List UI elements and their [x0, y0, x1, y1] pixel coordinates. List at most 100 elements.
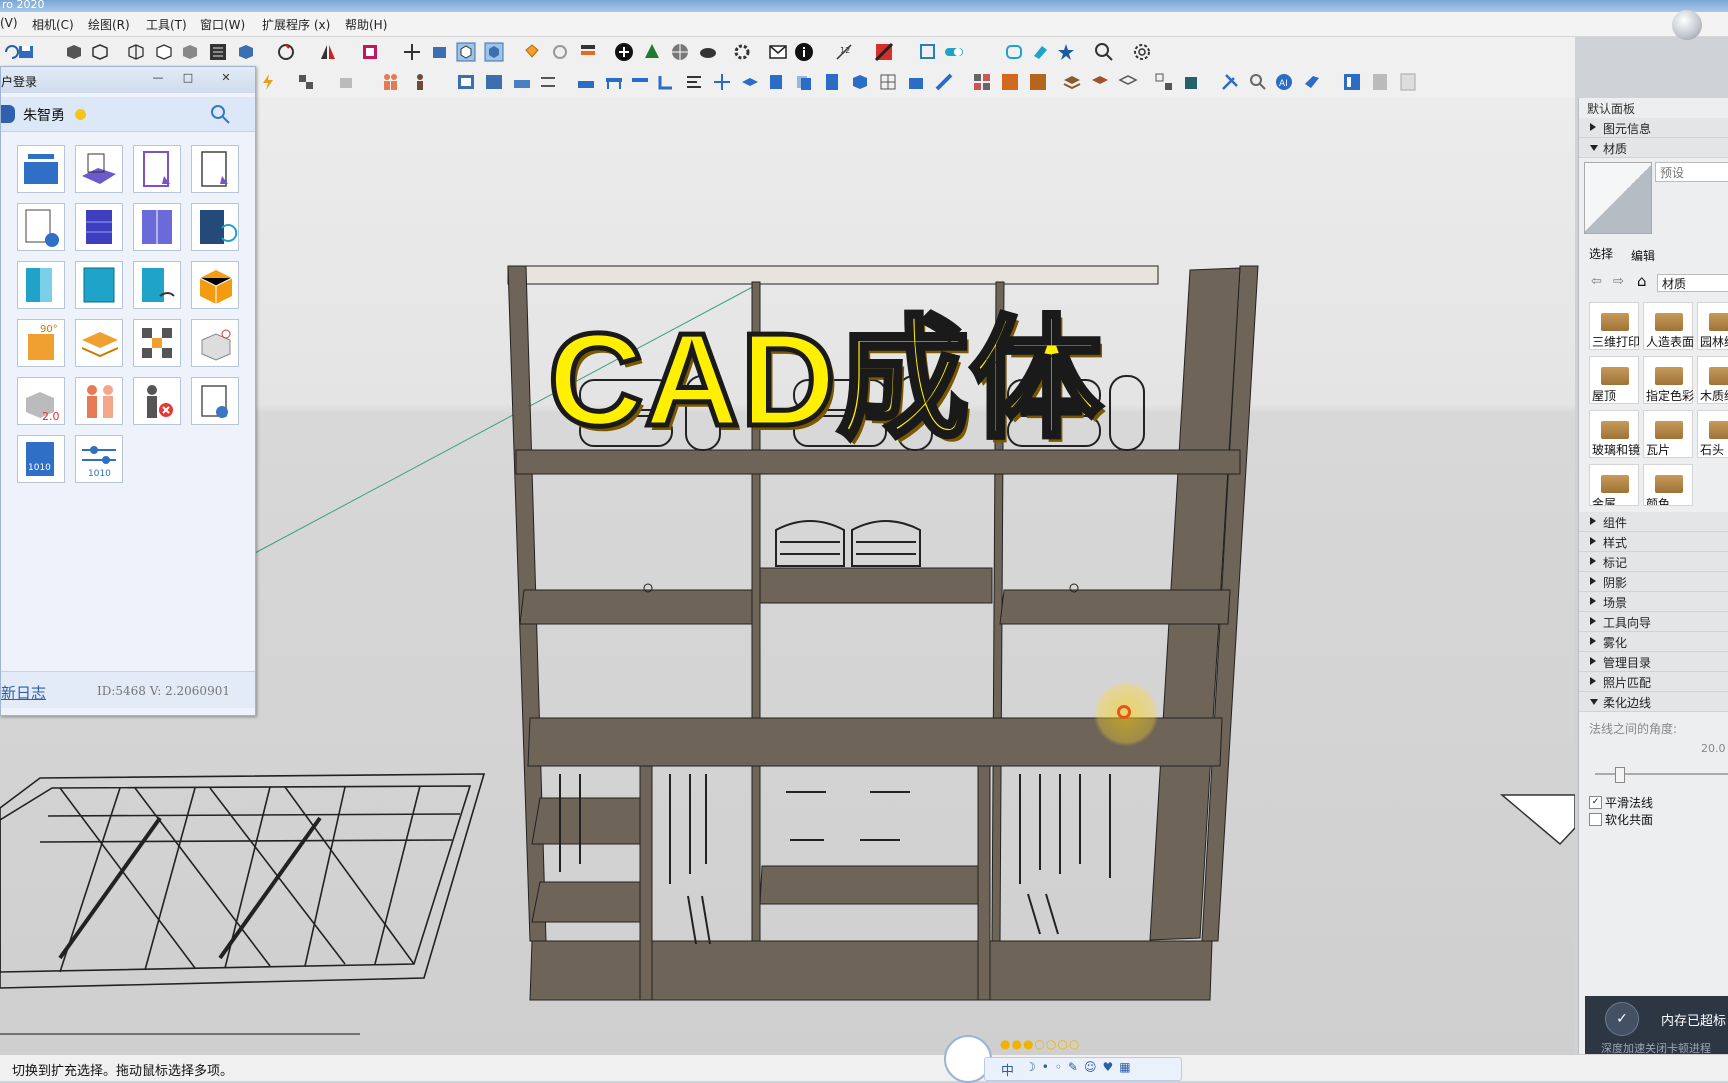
explode-icon[interactable]: [1056, 42, 1076, 62]
no-entry-icon[interactable]: [874, 42, 894, 62]
doc-icon[interactable]: [822, 72, 842, 92]
sliding-door-icon[interactable]: [191, 203, 239, 251]
entity-info-section[interactable]: 图元信息: [1579, 118, 1728, 138]
desk-icon[interactable]: [604, 72, 624, 92]
ruler-icon[interactable]: [934, 72, 954, 92]
sdm-icon[interactable]: [906, 72, 926, 92]
globe-icon[interactable]: [1672, 10, 1702, 40]
tree-icon[interactable]: [642, 42, 662, 62]
menu-camera[interactable]: 相机(C): [32, 16, 74, 33]
section-instructor[interactable]: 工具向导: [1579, 612, 1728, 632]
memory-notice[interactable]: ✓ 内存已超标 深度加速关闭卡顿进程: [1585, 996, 1728, 1058]
maximize-icon[interactable]: □: [179, 71, 197, 85]
paint-bucket-icon[interactable]: [522, 42, 542, 62]
section-soften-edges[interactable]: 柔化边线: [1579, 692, 1728, 712]
table-icon[interactable]: [630, 72, 650, 92]
grid4-icon[interactable]: [972, 72, 992, 92]
corner-rotate-icon[interactable]: [191, 319, 239, 367]
lightning-icon[interactable]: [258, 72, 278, 92]
home-icon[interactable]: ⌂: [1637, 272, 1647, 290]
grid-view2-icon[interactable]: [484, 72, 504, 92]
corner-icon[interactable]: [656, 72, 676, 92]
file-binary-icon[interactable]: 1010: [17, 435, 65, 483]
rotate-90-icon[interactable]: 90°: [17, 319, 65, 367]
bed-icon[interactable]: [576, 72, 596, 92]
door-hinge-icon[interactable]: [133, 261, 181, 309]
align-icon[interactable]: [684, 72, 704, 92]
material-folder-tile[interactable]: 瓦片: [1643, 410, 1693, 458]
wireframe-icon[interactable]: [126, 42, 146, 62]
settings-gear-icon[interactable]: [1132, 42, 1152, 62]
library-breadcrumb[interactable]: 材质: [1657, 274, 1728, 292]
grid4b-icon[interactable]: [1000, 72, 1020, 92]
stack-a-icon[interactable]: [1062, 72, 1082, 92]
ime-icons[interactable]: ☽•◦✎☺♥▦: [1025, 1060, 1137, 1074]
search-tool-icon[interactable]: [1248, 72, 1268, 92]
angle-slider[interactable]: [1595, 767, 1728, 783]
bookcase-icon[interactable]: [75, 203, 123, 251]
monochrome-icon[interactable]: [236, 42, 256, 62]
section-fog[interactable]: 雾化: [1579, 632, 1728, 652]
material-folder-artificial[interactable]: 人造表面: [1643, 302, 1694, 350]
menu-window[interactable]: 窗口(W): [200, 16, 245, 33]
sofa-icon[interactable]: [512, 72, 532, 92]
shaded-icon[interactable]: [180, 42, 200, 62]
user-name[interactable]: 朱智勇: [23, 105, 65, 125]
ime-bar[interactable]: 中 ☽•◦✎☺♥▦: [984, 1057, 1182, 1081]
changelog-link[interactable]: 新日志: [1, 682, 46, 703]
panel-icon[interactable]: [75, 261, 123, 309]
camera-icon[interactable]: [430, 42, 450, 62]
box-small-icon[interactable]: [336, 72, 356, 92]
zoom-icon[interactable]: [1094, 42, 1114, 62]
person-remove-icon[interactable]: [133, 377, 181, 425]
materials-section[interactable]: 材质: [1579, 138, 1728, 158]
material-folder-landscape[interactable]: 园林绿: [1697, 302, 1728, 350]
people-small-icon[interactable]: [380, 72, 400, 92]
forward-arrow-icon[interactable]: ⇨: [1613, 274, 1624, 289]
people-icon[interactable]: [75, 377, 123, 425]
cube-icon[interactable]: [64, 42, 84, 62]
soften-coplanar-checkbox[interactable]: [1589, 813, 1602, 826]
ai-cabinet-icon[interactable]: [17, 203, 65, 251]
person-small-icon[interactable]: [410, 72, 430, 92]
gear-plus-icon[interactable]: [732, 42, 752, 62]
box-dark-icon[interactable]: [1180, 72, 1200, 92]
grid-view-icon[interactable]: [456, 72, 476, 92]
orbit-icon[interactable]: [276, 42, 296, 62]
material-folder-colors[interactable]: 指定色彩: [1643, 356, 1694, 404]
box-3d-icon[interactable]: [191, 261, 239, 309]
view-top-icon[interactable]: [484, 42, 504, 62]
add-circle-icon[interactable]: [614, 42, 634, 62]
wardrobe-layout-icon[interactable]: [17, 145, 65, 193]
door-panel-icon[interactable]: [133, 203, 181, 251]
tab-edit[interactable]: 编辑: [1631, 247, 1655, 264]
sliders-icon[interactable]: [538, 72, 558, 92]
section-outliner[interactable]: 管理目录: [1579, 652, 1728, 672]
component-icon[interactable]: [918, 42, 938, 62]
section-match-photo[interactable]: 照片匹配: [1579, 672, 1728, 692]
material-name-field[interactable]: 预设: [1655, 162, 1728, 182]
search-icon[interactable]: [209, 103, 231, 125]
refresh-icon[interactable]: [550, 42, 570, 62]
single-door-icon[interactable]: [17, 261, 65, 309]
move-icon[interactable]: [402, 42, 422, 62]
menu-draw[interactable]: 绘图(R): [88, 16, 130, 33]
sliders-binary-icon[interactable]: 1010: [75, 435, 123, 483]
dimension-icon[interactable]: 12: [834, 42, 854, 62]
material-folder-wood[interactable]: 木质纹: [1697, 356, 1728, 404]
checker-ball-icon[interactable]: [670, 42, 690, 62]
section-plane-icon[interactable]: [360, 42, 380, 62]
ime-mode-label[interactable]: 中: [1001, 1060, 1014, 1079]
stack-b-icon[interactable]: [1090, 72, 1110, 92]
ai-icon[interactable]: AI: [1274, 72, 1294, 92]
close-icon[interactable]: ✕: [217, 71, 235, 85]
back-arrow-icon[interactable]: ⇦: [1591, 274, 1602, 289]
cabinet-select-icon[interactable]: [133, 145, 181, 193]
save-icon[interactable]: [16, 42, 36, 62]
layers-stack-icon[interactable]: [578, 42, 598, 62]
eraser-icon[interactable]: [1030, 42, 1050, 62]
cabinet-icon[interactable]: [766, 72, 786, 92]
panel-a-icon[interactable]: [1342, 72, 1362, 92]
cloud-icon[interactable]: [698, 42, 718, 62]
slider-thumb[interactable]: [1615, 767, 1625, 783]
